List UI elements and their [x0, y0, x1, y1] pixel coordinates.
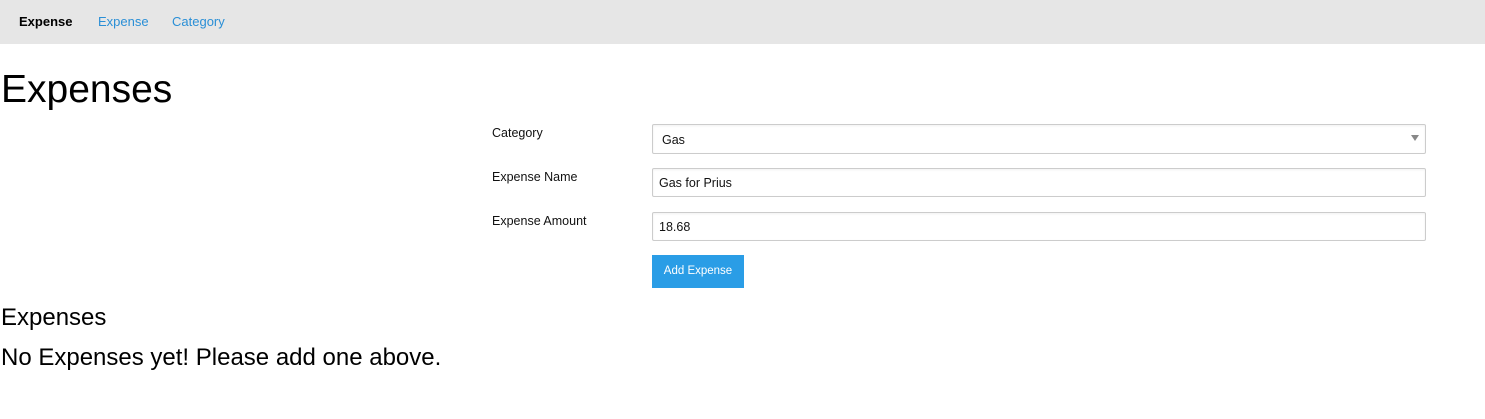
navbar: Expense Expense Category	[0, 0, 1485, 44]
expense-name-input[interactable]: Gas for Prius	[652, 168, 1426, 197]
category-select[interactable]: Gas	[652, 124, 1426, 154]
nav-link-expense[interactable]: Expense	[98, 14, 149, 30]
expense-name-label: Expense Name	[492, 170, 578, 184]
nav-brand[interactable]: Expense	[19, 14, 72, 30]
add-expense-button[interactable]: Add Expense	[652, 255, 744, 288]
chevron-down-icon	[1411, 135, 1419, 141]
category-select-value: Gas	[662, 133, 685, 147]
expense-name-value: Gas for Prius	[659, 176, 732, 190]
expense-amount-value: 18.68	[659, 220, 691, 234]
empty-state-message: No Expenses yet! Please add one above.	[1, 344, 442, 371]
expenses-list-title: Expenses	[1, 304, 107, 331]
nav-link-category[interactable]: Category	[172, 14, 225, 30]
expense-amount-input[interactable]: 18.68	[652, 212, 1426, 241]
category-label: Category	[492, 126, 543, 140]
page-title: Expenses	[1, 68, 173, 111]
expense-amount-label: Expense Amount	[492, 214, 587, 228]
